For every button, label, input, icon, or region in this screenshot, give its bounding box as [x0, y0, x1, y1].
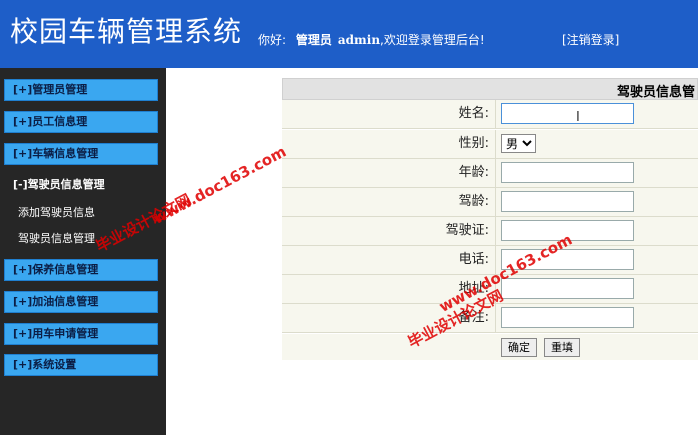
sidebar-item-drivers[interactable]: [-]驾驶员信息管理 [4, 174, 158, 196]
sidebar: [+]管理员管理 [+]员工信息理 [+]车辆信息管理 [-]驾驶员信息管理 添… [0, 68, 166, 435]
sidebar-item-requests[interactable]: [+]用车申请管理 [4, 323, 158, 345]
form-button-row: 确定 重填 [282, 334, 698, 360]
sidebar-item-staff[interactable]: [+]员工信息理 [4, 111, 158, 133]
form-title-bar: 驾驶员信息管 [282, 78, 698, 100]
age-label: 年龄: [282, 159, 496, 187]
name-input[interactable] [501, 103, 634, 124]
name-label: 姓名: [282, 100, 496, 128]
app-title: 校园车辆管理系统 [10, 15, 243, 48]
welcome-text: 你好: 管理员 admin,欢迎登录管理后台! [258, 31, 485, 48]
submit-button[interactable]: 确定 [501, 338, 537, 357]
address-input[interactable] [501, 278, 634, 299]
form-row-driving-years: 驾龄: [282, 188, 698, 217]
sidebar-item-vehicles[interactable]: [+]车辆信息管理 [4, 143, 158, 165]
user-role: 管理员 [295, 33, 332, 47]
form-row-age: 年龄: [282, 159, 698, 188]
form-row-name: 姓名: [282, 100, 698, 129]
sidebar-subitem-manage-drivers[interactable]: 驾驶员信息管理 [18, 230, 95, 246]
form-row-gender: 性别: 男 [282, 130, 698, 159]
sidebar-item-admin[interactable]: [+]管理员管理 [4, 79, 158, 101]
gender-select[interactable]: 男 [501, 134, 536, 153]
welcome-message: ,欢迎登录管理后台! [380, 33, 485, 47]
sidebar-subitem-add-driver[interactable]: 添加驾驶员信息 [18, 204, 95, 220]
age-input[interactable] [501, 162, 634, 183]
phone-label: 电话: [282, 246, 496, 274]
license-label: 驾驶证: [282, 217, 496, 245]
form-title: 驾驶员信息管 [617, 85, 696, 100]
sidebar-item-maintenance[interactable]: [+]保养信息管理 [4, 259, 158, 281]
remark-input[interactable] [501, 307, 634, 328]
driving-years-label: 驾龄: [282, 188, 496, 216]
header: 校园车辆管理系统 你好: 管理员 admin,欢迎登录管理后台! [注销登录] [0, 0, 698, 68]
form-row-license: 驾驶证: [282, 217, 698, 246]
gender-label: 性别: [282, 130, 496, 158]
driving-years-input[interactable] [501, 191, 634, 212]
username: admin [337, 33, 381, 47]
reset-button[interactable]: 重填 [544, 338, 580, 357]
text-cursor-icon: I [576, 110, 580, 125]
sidebar-item-fuel[interactable]: [+]加油信息管理 [4, 291, 158, 313]
sidebar-item-settings[interactable]: [+]系统设置 [4, 354, 158, 376]
greeting: 你好: [258, 33, 287, 47]
logout-link[interactable]: [注销登录] [562, 31, 619, 48]
